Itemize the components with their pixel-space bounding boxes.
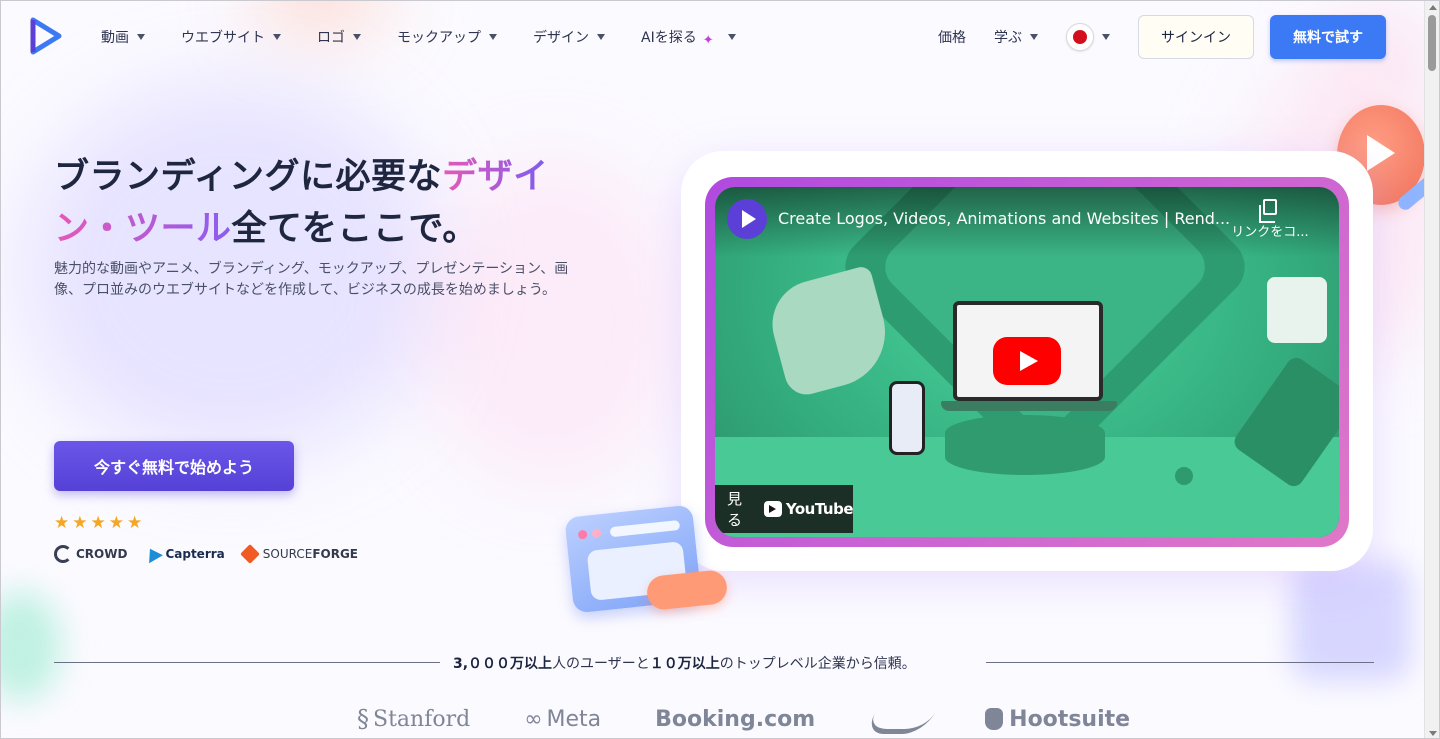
page-scrollbar[interactable] [1424, 1, 1439, 738]
play-button[interactable] [993, 337, 1061, 385]
renderforest-logo-icon[interactable] [29, 17, 63, 55]
video-title[interactable]: Create Logos, Videos, Animations and Web… [778, 209, 1238, 228]
sparkle-icon: ✦ [702, 32, 714, 48]
phone-illustration [889, 381, 925, 455]
sourceforge-logo-icon [239, 544, 260, 564]
hootsuite-logo: Hootsuite [985, 707, 1130, 732]
play-icon [1020, 351, 1038, 371]
scroll-down-arrow-icon[interactable] [1429, 731, 1437, 736]
divider [986, 662, 1374, 663]
booking-logo: Booking.com [655, 706, 816, 732]
star-icon: ★ [90, 513, 106, 533]
nike-swoosh-icon [869, 709, 931, 729]
star-icon: ★ [54, 513, 70, 533]
copy-link-button[interactable]: リンクをコ... [1215, 199, 1325, 240]
nav-video[interactable]: 動画 [101, 27, 145, 47]
g2-logo-icon [54, 545, 72, 563]
page: 動画 ウエブサイト ロゴ モックアップ デザイン AIを探る ✦ 価格 学ぶ サイ… [0, 0, 1440, 739]
client-logos: § Stanford ∞ Meta Booking.com Hootsuite [357, 705, 1184, 733]
g2-crowd-badge[interactable]: CROWD [54, 545, 127, 563]
caret-down-icon [353, 34, 361, 40]
watch-on-youtube-button[interactable]: 見る YouTube [715, 485, 854, 533]
nav-ai[interactable]: AIを探る ✦ [641, 27, 736, 48]
youtube-video-player[interactable]: Create Logos, Videos, Animations and Web… [715, 187, 1339, 537]
scroll-thumb[interactable] [1428, 15, 1436, 71]
youtube-icon [763, 501, 782, 517]
nav-label: 動画 [101, 30, 129, 46]
nav-label: 価格 [938, 30, 966, 46]
hero-title: ブランディングに必要なデザイ ン・ツール全てをここで。 [54, 157, 549, 249]
caret-down-icon [597, 34, 605, 40]
review-badges: CROWD Capterra SOURCE FORGE [54, 544, 358, 564]
japan-flag-icon [1066, 23, 1094, 51]
nav-website[interactable]: ウエブサイト [181, 27, 281, 47]
bg-blob [1, 591, 61, 701]
caret-down-icon [137, 34, 145, 40]
channel-avatar[interactable] [727, 199, 767, 239]
meta-infinity-icon: ∞ [524, 706, 543, 732]
nav-label: ウエブサイト [181, 30, 265, 46]
sourceforge-badge[interactable]: SOURCE FORGE [239, 544, 358, 564]
caret-down-icon [1030, 34, 1038, 40]
star-icon: ★ [108, 513, 124, 533]
scroll-up-arrow-icon[interactable] [1429, 5, 1437, 10]
nav-logo[interactable]: ロゴ [317, 27, 361, 47]
capterra-badge[interactable]: Capterra [143, 544, 225, 564]
start-free-button[interactable]: 今すぐ無料で始めよう [54, 441, 294, 491]
header-actions: 価格 学ぶ サインイン 無料で試す [938, 1, 1386, 73]
nav-label: ロゴ [317, 30, 345, 46]
stanford-logo: § Stanford [357, 705, 471, 733]
nav-pricing[interactable]: 価格 [938, 27, 966, 47]
nav-label: デザイン [533, 30, 589, 46]
hero-description: 魅力的な動画やアニメ、ブランディング、モックアップ、プレゼンテーション、画像、プ… [54, 261, 569, 298]
decorative-toggle [645, 568, 729, 612]
caret-down-icon [273, 34, 281, 40]
hootsuite-owl-icon [985, 708, 1004, 730]
capterra-logo-icon [143, 544, 164, 564]
copy-icon [1259, 199, 1277, 223]
nav-label: AIを探る [641, 30, 697, 46]
star-icon: ★ [127, 513, 143, 533]
rating-stars: ★ ★ ★ ★ ★ [54, 513, 142, 533]
bg-blob [1291, 561, 1411, 681]
language-selector[interactable] [1066, 23, 1110, 51]
nav-mockup[interactable]: モックアップ [397, 27, 497, 47]
star-icon: ★ [72, 513, 88, 533]
nav-label: 学ぶ [994, 30, 1022, 46]
divider [54, 662, 440, 663]
site-header: 動画 ウエブサイト ロゴ モックアップ デザイン AIを探る ✦ 価格 学ぶ サイ… [1, 1, 1426, 73]
free-trial-button[interactable]: 無料で試す [1270, 15, 1386, 59]
stanford-s-icon: § [357, 705, 369, 733]
tshirt-illustration [1267, 277, 1327, 343]
nav-learn[interactable]: 学ぶ [994, 27, 1038, 47]
signin-button[interactable]: サインイン [1138, 15, 1254, 59]
trust-statement: 3,０００万以上人のユーザーと１０万以上のトップレベル企業から信頼。 [453, 656, 916, 672]
caret-down-icon [489, 34, 497, 40]
nav-label: モックアップ [397, 30, 481, 46]
caret-down-icon [1102, 34, 1110, 40]
meta-logo: ∞ Meta [524, 706, 602, 732]
main-nav: 動画 ウエブサイト ロゴ モックアップ デザイン AIを探る ✦ [101, 1, 772, 73]
nav-design[interactable]: デザイン [533, 27, 605, 47]
caret-down-icon [727, 34, 736, 40]
